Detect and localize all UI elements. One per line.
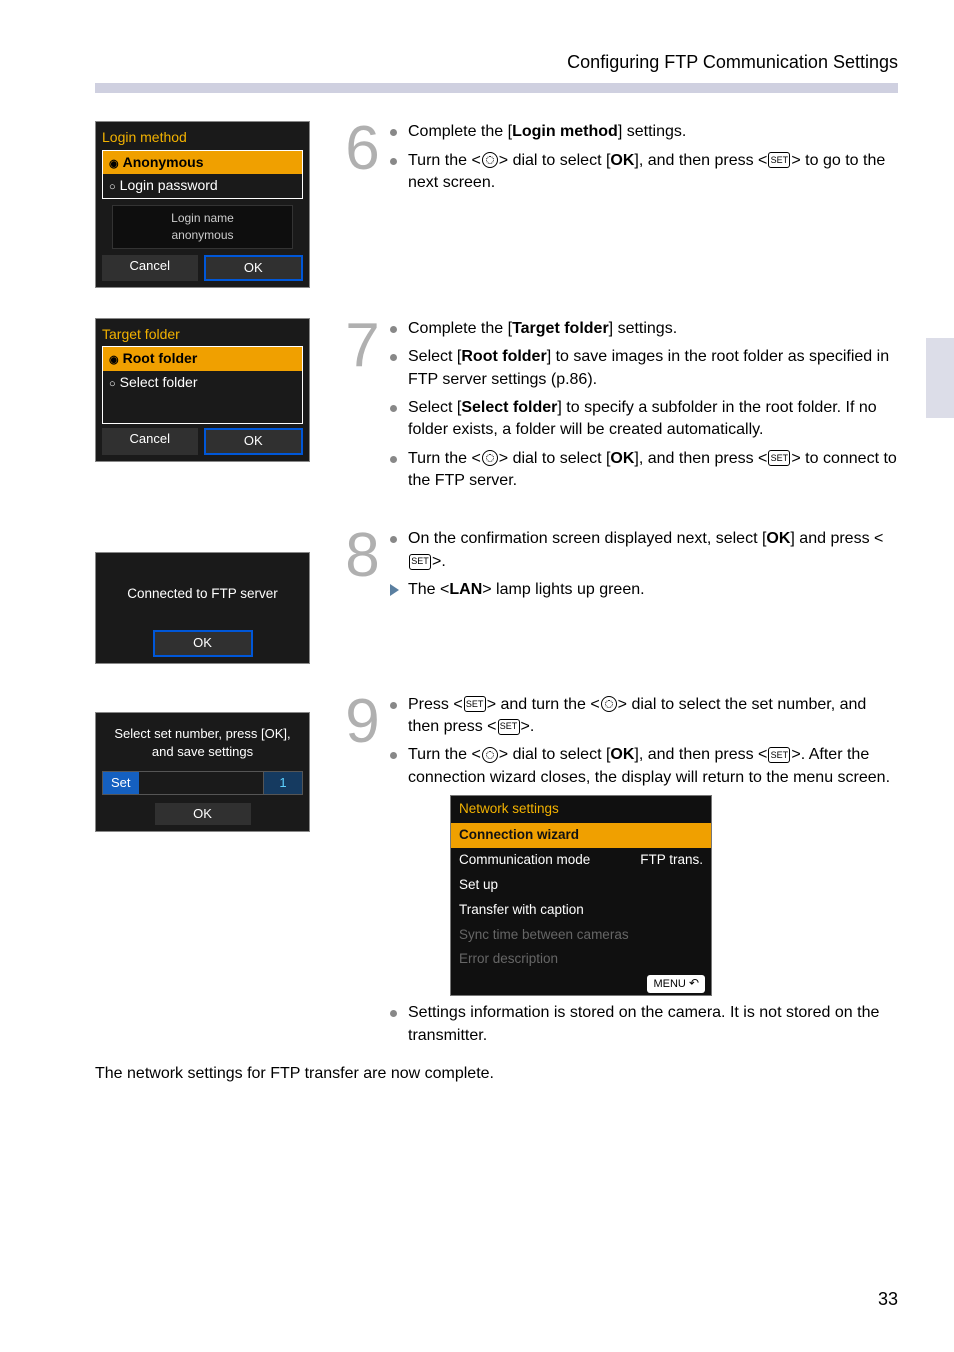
step-number: 8 (335, 528, 390, 584)
dial-icon (482, 152, 498, 168)
save-settings-message: Select set number, press [OK], and save … (102, 719, 303, 763)
connected-panel: Connected to FTP server OK (95, 552, 310, 663)
option-anonymous[interactable]: Anonymous (103, 151, 302, 175)
step-6: Login method Anonymous Login password Lo… (95, 121, 898, 288)
option-select-folder[interactable]: Select folder (103, 371, 302, 395)
menu-set-up[interactable]: Set up (451, 873, 711, 898)
menu-transfer-with-caption[interactable]: Transfer with caption (451, 898, 711, 923)
instruction-text: On the confirmation screen displayed nex… (390, 528, 898, 573)
menu-error-description: Error description (451, 947, 711, 972)
ok-button[interactable]: OK (204, 255, 304, 281)
set-icon: SET (409, 554, 431, 570)
target-folder-panel: Target folder Root folder Select folder … (95, 318, 310, 462)
panel-title: Target folder (102, 325, 303, 345)
instruction-text: Press <SET> and turn the <> dial to sele… (390, 694, 898, 739)
ok-button[interactable]: OK (155, 803, 251, 825)
cancel-button[interactable]: Cancel (102, 428, 198, 454)
set-value: 1 (263, 772, 302, 794)
set-icon: SET (768, 450, 790, 466)
page-header: Configuring FTP Communication Settings (95, 50, 898, 83)
closing-text: The network settings for FTP transfer ar… (95, 1063, 898, 1085)
menu-sync-time: Sync time between cameras (451, 923, 711, 948)
ok-button[interactable]: OK (153, 630, 253, 656)
instruction-text: Settings information is stored on the ca… (390, 1002, 898, 1047)
instruction-text: Select [Select folder] to specify a subf… (390, 397, 898, 442)
cancel-button[interactable]: Cancel (102, 255, 198, 281)
panel-title: Login method (102, 128, 303, 148)
instruction-text: Turn the <> dial to select [OK], and the… (390, 448, 898, 493)
dial-icon (482, 747, 498, 763)
option-login-password[interactable]: Login password (103, 174, 302, 198)
network-settings-panel: Network settings Connection wizard Commu… (450, 795, 712, 996)
option-root-folder[interactable]: Root folder (103, 347, 302, 371)
target-folder-options: Root folder Select folder (102, 346, 303, 424)
set-label: Set (103, 772, 139, 794)
menu-return[interactable]: MENU ↶ (451, 972, 711, 995)
header-rule (95, 83, 898, 93)
step-number: 9 (335, 694, 390, 750)
login-name-label: Login name (121, 210, 284, 227)
instruction-text: Complete the [Target folder] settings. (390, 318, 898, 340)
menu-communication-mode[interactable]: Communication modeFTP trans. (451, 848, 711, 873)
set-number-row[interactable]: Set 1 (102, 771, 303, 795)
step-7: Target folder Root folder Select folder … (95, 318, 898, 499)
dial-icon (482, 450, 498, 466)
login-method-options: Anonymous Login password (102, 150, 303, 199)
step-number: 7 (335, 318, 390, 374)
instruction-text: Turn the <> dial to select [OK], and the… (390, 150, 898, 195)
step-8: Connected to FTP server OK 8 On the conf… (95, 528, 898, 663)
page-number: 33 (878, 1287, 898, 1312)
side-tab (926, 338, 954, 418)
save-settings-panel: Select set number, press [OK], and save … (95, 712, 310, 833)
login-name-value: anonymous (121, 227, 284, 244)
set-icon: SET (768, 747, 790, 763)
network-settings-title: Network settings (451, 796, 711, 823)
step-9: Select set number, press [OK], and save … (95, 694, 898, 1053)
instruction-text: Complete the [Login method] settings. (390, 121, 898, 143)
connected-message: Connected to FTP server (102, 559, 303, 630)
set-icon: SET (768, 152, 790, 168)
menu-connection-wizard[interactable]: Connection wizard (451, 823, 711, 848)
dial-icon (601, 696, 617, 712)
step-number: 6 (335, 121, 390, 177)
login-name-box: Login name anonymous (112, 205, 293, 249)
login-method-panel: Login method Anonymous Login password Lo… (95, 121, 310, 288)
ok-button[interactable]: OK (204, 428, 304, 454)
set-icon: SET (464, 696, 486, 712)
instruction-text: Select [Root folder] to save images in t… (390, 346, 898, 391)
instruction-text: Turn the <> dial to select [OK], and the… (390, 744, 898, 789)
set-icon: SET (498, 719, 520, 735)
instruction-text: The <LAN> lamp lights up green. (390, 579, 898, 601)
